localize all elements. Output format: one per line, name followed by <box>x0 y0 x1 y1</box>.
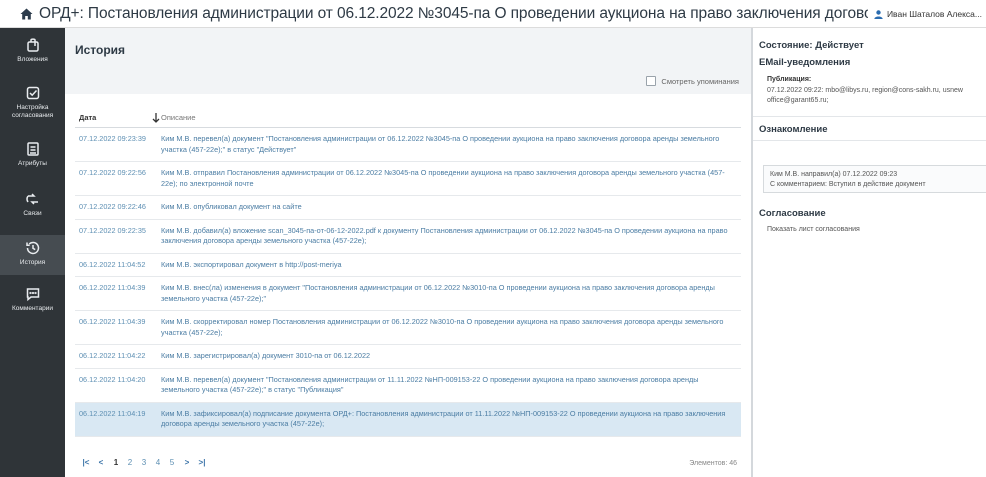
row-date: 06.12.2022 11:04:20 <box>79 374 146 384</box>
page-3-button[interactable]: 3 <box>137 458 151 467</box>
divider <box>753 116 986 117</box>
last-page-button[interactable]: >| <box>195 458 209 467</box>
status-label: Состояние: Действует <box>759 40 864 51</box>
sidebar-item-approval-settings[interactable]: Настройка согласования <box>0 80 65 122</box>
row-date: 06.12.2022 11:04:52 <box>79 259 146 269</box>
history-row[interactable]: 06.12.2022 11:04:52 Ким М.В. экспортиров… <box>75 254 741 277</box>
links-icon <box>25 193 38 205</box>
history-row[interactable]: 06.12.2022 11:04:22 Ким М.В. зарегистрир… <box>75 345 741 369</box>
row-description: Ким М.В. добавил(а) вложение scan_3045-п… <box>161 225 728 246</box>
home-icon[interactable] <box>20 7 33 21</box>
row-date: 07.12.2022 09:22:56 <box>79 168 146 177</box>
history-row[interactable]: 07.12.2022 09:23:39 Ким М.В. перевел(а) … <box>75 128 741 162</box>
prev-page-button[interactable]: < <box>93 458 109 467</box>
approval-title: Согласование <box>759 208 826 219</box>
page-1-button[interactable]: 1 <box>109 458 123 467</box>
table-header: Дата Описание <box>75 108 741 128</box>
row-date: 07.12.2022 09:22:46 <box>79 202 146 211</box>
details-panel: Состояние: Действует EMail-уведомления П… <box>753 28 986 477</box>
history-row[interactable]: 07.12.2022 09:22:35 Ким М.В. добавил(а) … <box>75 220 741 254</box>
history-list: 07.12.2022 09:23:39 Ким М.В. перевел(а) … <box>75 128 741 437</box>
sidebar-item-history[interactable]: История <box>0 235 65 275</box>
review-note-sender: Ким М.В. направил(а) 07.12.2022 09:23 <box>770 171 898 178</box>
row-description: Ким М.В. перевел(а) документ "Постановле… <box>161 134 720 154</box>
column-description: Описание <box>161 113 196 122</box>
row-description: Ким М.В. перевел(а) документ "Постановле… <box>161 374 699 395</box>
row-description: Ким М.В. отправил Постановления админист… <box>161 168 725 188</box>
user-menu[interactable]: Иван Шаталов Алекса... <box>867 0 986 27</box>
checklist-icon <box>26 86 39 100</box>
divider <box>753 140 986 141</box>
attributes-icon <box>26 142 39 156</box>
column-date[interactable]: Дата <box>79 113 96 122</box>
review-note-comment: С комментарием: Вступил в действие докум… <box>770 180 926 188</box>
page-title: История <box>75 43 126 57</box>
history-icon <box>25 241 39 255</box>
next-page-button[interactable]: > <box>179 458 195 467</box>
page-4-button[interactable]: 4 <box>151 458 165 467</box>
sidebar-item-attributes[interactable]: Атрибуты <box>0 136 65 176</box>
row-description: Ким М.В. зафиксировал(а) подписание доку… <box>161 408 726 429</box>
page-5-button[interactable]: 5 <box>165 458 179 467</box>
user-name: Иван Шаталов Алекса... <box>886 9 982 19</box>
attachment-icon <box>26 38 39 52</box>
history-row[interactable]: 06.12.2022 11:04:39 Ким М.В. внес(ла) из… <box>75 277 741 311</box>
review-note: Ким М.В. направил(а) 07.12.2022 09:23 С … <box>763 165 986 193</box>
pagination: |< < 1 2 3 4 5 > >| <box>79 458 209 467</box>
history-panel: История Смотреть упоминания Дата Описани… <box>65 28 751 477</box>
items-count: Элементов: 46 <box>689 460 737 467</box>
sidebar-item-label: Атрибуты <box>18 160 47 167</box>
mentions-checkbox[interactable] <box>646 76 657 86</box>
sort-arrow-down-icon[interactable] <box>152 111 160 129</box>
email-notifications-title: EMail-уведомления <box>759 57 851 68</box>
row-description: Ким М.В. опубликовал документ на сайте <box>161 202 302 211</box>
show-approval-sheet-link[interactable]: Показать лист согласования <box>767 226 860 233</box>
sidebar-item-label: История <box>19 259 46 266</box>
history-row[interactable]: 07.12.2022 09:22:46 Ким М.В. опубликовал… <box>75 196 741 220</box>
sidebar-item-label: Связи <box>23 210 42 217</box>
history-row-selected[interactable]: 06.12.2022 11:04:19 Ким М.В. зафиксирова… <box>75 402 741 437</box>
sidebar-item-attachments[interactable]: Вложения <box>0 34 65 68</box>
row-date: 06.12.2022 11:04:22 <box>79 351 146 360</box>
comment-icon <box>26 288 39 302</box>
history-header: История Смотреть упоминания <box>65 28 751 94</box>
row-description: Ким М.В. внес(ла) изменения в документ "… <box>161 283 715 303</box>
row-description: Ким М.В. экспортировал документ в http:/… <box>161 259 342 269</box>
row-date: 06.12.2022 11:04:39 <box>79 317 146 326</box>
history-row[interactable]: 07.12.2022 09:22:56 Ким М.В. отправил По… <box>75 162 741 196</box>
user-icon <box>874 9 883 19</box>
row-description: Ким М.В. зарегистрировал(а) документ 301… <box>161 351 371 360</box>
history-row[interactable]: 06.12.2022 11:04:20 Ким М.В. перевел(а) … <box>75 369 741 403</box>
top-bar: ОРД+: Постановления администрации от 06.… <box>0 0 986 28</box>
sidebar-item-label: Вложения <box>17 56 48 63</box>
sidebar-item-comments[interactable]: Комментарии <box>0 281 65 321</box>
sidebar-item-label: Настройка согласования <box>11 104 54 119</box>
publication-label: Публикация: <box>767 76 812 83</box>
row-date: 06.12.2022 11:04:39 <box>79 283 146 292</box>
mentions-toggle[interactable]: Смотреть упоминания <box>646 76 739 86</box>
sidebar-item-links[interactable]: Связи <box>0 186 65 226</box>
publication-recipients: 07.12.2022 09:22: mbo@libys.ru, region@c… <box>767 87 963 104</box>
row-description: Ким М.В. скорректировал номер Постановле… <box>161 317 724 337</box>
row-date: 07.12.2022 09:23:39 <box>79 134 146 143</box>
review-title: Ознакомление <box>759 124 828 135</box>
sidebar-item-label: Комментарии <box>12 305 53 312</box>
history-row[interactable]: 06.12.2022 11:04:39 Ким М.В. скорректиро… <box>75 311 741 345</box>
row-date: 07.12.2022 09:22:35 <box>79 225 146 235</box>
page-2-button[interactable]: 2 <box>123 458 137 467</box>
first-page-button[interactable]: |< <box>79 458 93 467</box>
mentions-label: Смотреть упоминания <box>661 76 739 86</box>
document-title: ОРД+: Постановления администрации от 06.… <box>39 4 986 22</box>
row-date: 06.12.2022 11:04:19 <box>79 408 146 418</box>
sidebar: Вложения Настройка согласования Атрибуты… <box>0 28 65 477</box>
